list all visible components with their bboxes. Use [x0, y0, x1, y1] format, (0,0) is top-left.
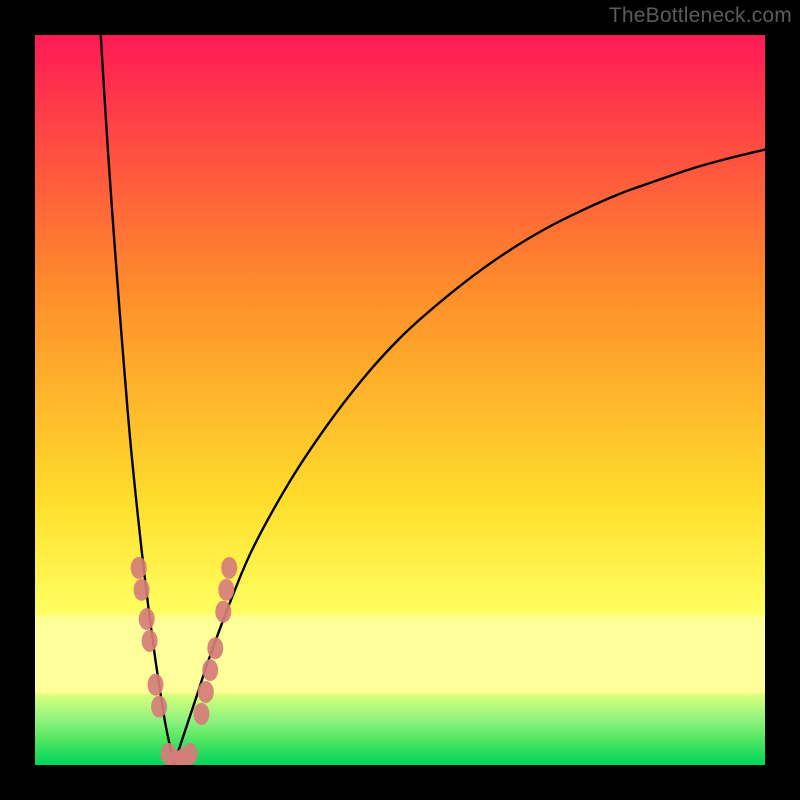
data-marker	[202, 659, 218, 681]
data-marker	[151, 696, 167, 718]
data-marker	[221, 557, 237, 579]
data-marker	[218, 579, 234, 601]
data-marker	[182, 743, 198, 765]
data-marker	[148, 674, 164, 696]
chart-curves	[35, 35, 765, 765]
data-marker	[142, 630, 158, 652]
watermark-text: TheBottleneck.com	[609, 4, 792, 28]
curve-left-branch	[101, 35, 174, 765]
curve-right-branch	[174, 150, 765, 765]
data-marker	[198, 681, 214, 703]
data-marker	[131, 557, 147, 579]
plot-area	[35, 35, 765, 765]
data-marker	[193, 703, 209, 725]
data-marker	[134, 579, 150, 601]
data-marker	[207, 637, 223, 659]
chart-frame: TheBottleneck.com	[0, 0, 800, 800]
data-marker	[215, 601, 231, 623]
data-marker	[139, 608, 155, 630]
